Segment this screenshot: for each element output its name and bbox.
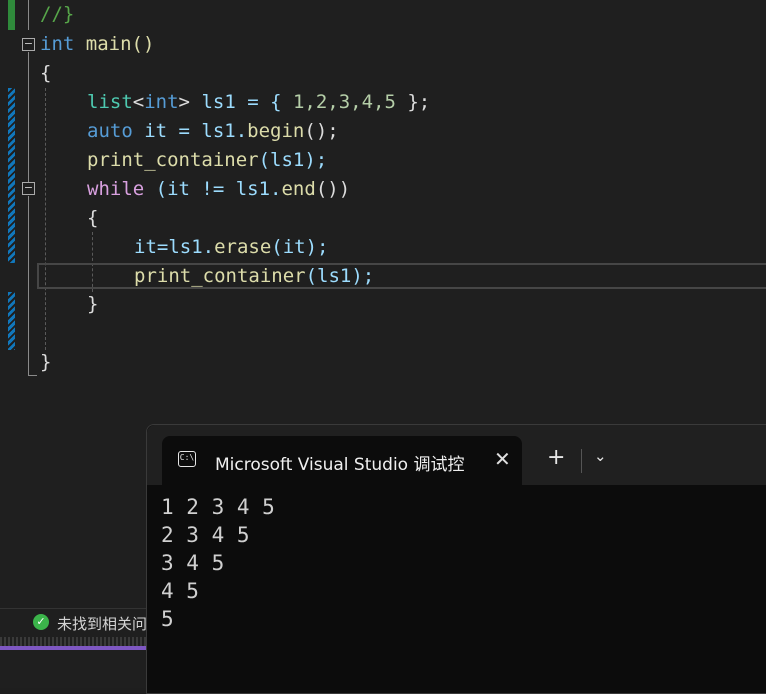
- output-line: 3 4 5: [161, 551, 225, 575]
- progress-bar: [0, 646, 160, 650]
- fold-toggle-main[interactable]: −: [22, 38, 35, 51]
- code-line-11[interactable]: }: [87, 290, 98, 319]
- code-line-3[interactable]: {: [40, 59, 51, 88]
- indent-guide: [45, 88, 46, 350]
- chevron-down-icon[interactable]: ⌄: [594, 447, 607, 465]
- code-line-1[interactable]: //}: [40, 0, 74, 29]
- fold-line: [28, 0, 29, 30]
- unsaved-change-marker: [8, 292, 15, 350]
- code-text: ls1 = {: [190, 91, 293, 113]
- fold-line: [28, 196, 29, 376]
- keyword: int: [144, 91, 179, 113]
- output-line: 1 2 3 4 5: [161, 495, 275, 519]
- function-name: erase: [214, 236, 272, 258]
- variable: it: [132, 120, 168, 142]
- terminal-tab-bar: C:\ Microsoft Visual Studio 调试控制台 ✕ + ⌄: [147, 425, 766, 485]
- code-line-13[interactable]: }: [40, 348, 51, 377]
- code-line-4[interactable]: list<int> ls1 = { 1,2,3,4,5 };: [87, 88, 430, 117]
- function-name: print_container: [87, 149, 259, 171]
- close-icon[interactable]: ✕: [494, 447, 511, 471]
- code-text: ();: [304, 120, 339, 142]
- terminal-tab[interactable]: C:\ Microsoft Visual Studio 调试控制台 ✕: [162, 436, 522, 485]
- keyword: while: [87, 178, 145, 200]
- code-line-10[interactable]: print_container(ls1);: [134, 262, 374, 291]
- code-line-7[interactable]: while (it != ls1.end()): [87, 175, 350, 204]
- type-name: list: [87, 91, 133, 113]
- function-name: end: [281, 178, 316, 200]
- code-text: (it);: [271, 236, 329, 258]
- code-line-5[interactable]: auto it = ls1.begin();: [87, 117, 339, 146]
- code-text: it=ls1.: [134, 236, 215, 258]
- code-line-6[interactable]: print_container(ls1);: [87, 146, 327, 175]
- check-icon: ✓: [33, 614, 49, 630]
- code-text: ()): [315, 178, 351, 200]
- code-line-8[interactable]: {: [87, 204, 98, 233]
- output-line: 5: [161, 607, 174, 631]
- keyword: auto: [87, 120, 133, 142]
- saved-change-marker: [8, 0, 15, 30]
- keyword: int: [40, 33, 75, 55]
- function-name: begin: [247, 120, 305, 142]
- tab-title: Microsoft Visual Studio 调试控制台: [215, 455, 465, 475]
- terminal-window[interactable]: C:\ Microsoft Visual Studio 调试控制台 ✕ + ⌄ …: [146, 424, 766, 694]
- code-line-9[interactable]: it=ls1.erase(it);: [134, 233, 328, 262]
- function-name: print_container: [134, 265, 306, 287]
- fold-toggle-while[interactable]: −: [22, 182, 35, 195]
- output-line: 4 5: [161, 579, 199, 603]
- punctuation: <: [132, 91, 145, 113]
- fold-line: [28, 52, 29, 182]
- code-text: (ls1);: [258, 149, 328, 171]
- punctuation: >: [178, 91, 190, 113]
- status-bar: ✓ 未找到相关问题: [0, 608, 162, 637]
- function-name: main(): [74, 33, 155, 55]
- code-line-2[interactable]: int main(): [40, 30, 154, 59]
- new-tab-button[interactable]: +: [547, 445, 565, 470]
- code-text: (ls1);: [305, 265, 375, 287]
- code-text: = ls1.: [167, 120, 248, 142]
- output-line: 2 3 4 5: [161, 523, 250, 547]
- divider: [581, 449, 582, 473]
- code-text: (it != ls1.: [144, 178, 282, 200]
- number-literals: 1,2,3,4,5: [292, 91, 396, 113]
- unsaved-change-marker: [8, 88, 15, 263]
- console-icon: C:\: [178, 451, 196, 467]
- code-text: };: [395, 91, 431, 113]
- fold-line: [28, 375, 37, 376]
